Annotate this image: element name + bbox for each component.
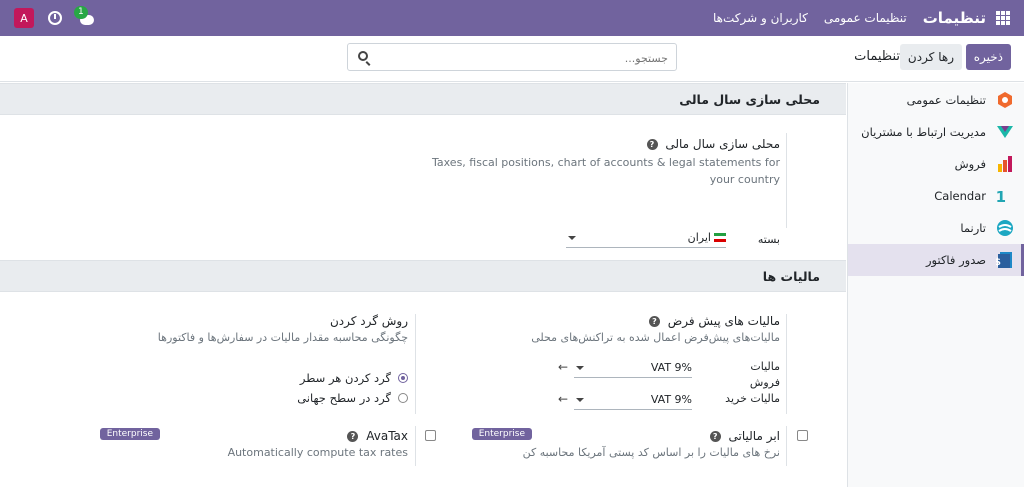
website-icon <box>997 220 1013 236</box>
help-icon[interactable]: ? <box>648 316 660 327</box>
sidebar-item-label: صدور فاکتور <box>925 253 986 267</box>
menu-users-companies[interactable]: کاربران و شرکت‌ها <box>713 11 808 25</box>
sidebar-item-sales[interactable]: فروش <box>848 148 1024 180</box>
apps-menu-icon[interactable] <box>996 11 1010 25</box>
calendar-icon: 3 1 <box>996 188 1006 205</box>
help-icon[interactable]: ? <box>709 431 721 442</box>
avatax-description: Automatically compute tax rates <box>227 446 408 459</box>
sidebar-item-label: مدیریت ارتباط با مشتریان <box>861 125 986 139</box>
default-taxes-title: مالیات های پیش فرض ? <box>648 314 780 328</box>
fiscal-section-body: محلی سازی سال مالی ? Taxes, fiscal posit… <box>0 115 846 260</box>
general-settings-icon <box>998 92 1012 108</box>
fiscal-description: Taxes, fiscal positions, chart of accoun… <box>432 154 780 188</box>
sales-tax-label-line: فروش <box>749 376 780 389</box>
crm-icon <box>997 126 1013 138</box>
sidebar-item-calendar[interactable]: 3 1 Calendar <box>848 180 1024 212</box>
sidebar-item-website[interactable]: تارنما <box>848 212 1024 244</box>
radio-selected[interactable] <box>398 373 408 383</box>
enterprise-badge: Enterprise <box>99 428 160 440</box>
messaging-button[interactable]: 1 <box>74 6 96 26</box>
sales-tax-select[interactable]: VAT 9% <box>574 358 692 378</box>
cloud-tax-title: ابر مالیاتی ? <box>709 429 780 443</box>
package-value: ایران <box>687 231 711 244</box>
cloud-tax-title-text: ابر مالیاتی <box>728 429 780 443</box>
rounding-option-per-line[interactable]: گرد کردن هر سطر <box>300 371 408 385</box>
settings-sidebar: تنظیمات عمومی مدیریت ارتباط با مشتریان ف… <box>847 83 1024 487</box>
radio-label: گرد کردن هر سطر <box>299 371 391 385</box>
settings-main: محلی سازی سال مالی محلی سازی سال مالی ? … <box>0 83 846 487</box>
sales-tax-label-line: مالیات <box>750 360 780 373</box>
user-avatar[interactable]: A <box>14 8 34 28</box>
sidebar-item-label: تارنما <box>960 221 986 235</box>
menu-general-settings[interactable]: تنظیمات عمومی <box>824 11 907 25</box>
fiscal-setting-title: محلی سازی سال مالی ? <box>646 137 780 151</box>
sales-icon <box>998 156 1012 172</box>
search-box <box>347 43 677 71</box>
search-icon[interactable] <box>358 51 368 61</box>
default-taxes-description: مالیات‌های پیش‌فرض اعمال شده به تراکنش‌ه… <box>531 331 780 344</box>
sidebar-item-crm[interactable]: مدیریت ارتباط با مشتریان <box>848 116 1024 148</box>
fiscal-description-line: your country <box>709 173 780 186</box>
app-brand[interactable]: تنظیمات <box>923 9 986 27</box>
chat-counter-badge: 1 <box>74 6 88 19</box>
rounding-description: چگونگی محاسبه مقدار مالیات در سفارش‌ها و… <box>157 331 408 344</box>
fiscal-description-line: Taxes, fiscal positions, chart of accoun… <box>432 156 780 169</box>
cloud-tax-checkbox[interactable] <box>797 430 808 441</box>
taxes-section-body: مالیات های پیش فرض ? مالیات‌های پیش‌فرض … <box>0 292 846 487</box>
setting-divider <box>786 133 787 228</box>
enterprise-badge: Enterprise <box>471 428 532 440</box>
setting-divider <box>415 314 416 414</box>
iran-flag-icon <box>714 233 726 242</box>
purchase-tax-select[interactable]: VAT 9% <box>574 390 692 410</box>
chevron-down-icon <box>576 365 584 370</box>
package-label: بسته <box>757 233 780 246</box>
fiscal-setting-title-text: محلی سازی سال مالی <box>665 137 780 151</box>
default-taxes-title-text: مالیات های پیش فرض <box>667 314 780 328</box>
svg-text:$: $ <box>996 257 1001 268</box>
invoicing-icon: $ <box>996 252 1012 268</box>
chevron-down-icon <box>576 397 584 402</box>
sidebar-item-label: Calendar <box>934 189 986 203</box>
avatax-title-text: AvaTax <box>366 429 408 443</box>
radio-label: گرد در سطح جهانی <box>297 391 391 405</box>
purchase-tax-label: مالیات خرید <box>725 392 780 405</box>
cloud-tax-description: نرخ های مالیات را بر اساس کد پستی آمریکا… <box>522 446 780 459</box>
chevron-down-icon <box>568 235 576 240</box>
avatax-checkbox[interactable] <box>425 430 436 441</box>
discard-button[interactable]: رها کردن <box>899 44 962 70</box>
control-panel: ذخیره رها کردن تنظیمات <box>0 36 1024 82</box>
help-icon[interactable]: ? <box>646 139 658 150</box>
purchase-tax-value: VAT 9% <box>650 393 692 406</box>
sidebar-item-label: تنظیمات عمومی <box>906 93 986 107</box>
section-header-taxes: مالیات ها <box>0 260 846 292</box>
activity-clock-icon[interactable] <box>48 11 62 25</box>
sidebar-item-label: فروش <box>954 157 986 171</box>
setting-divider <box>415 426 416 466</box>
package-select[interactable]: ایران <box>566 228 726 248</box>
sidebar-item-invoicing[interactable]: $ صدور فاکتور <box>848 244 1024 276</box>
sidebar-item-general-settings[interactable]: تنظیمات عمومی <box>848 84 1024 116</box>
page-title: تنظیمات <box>854 49 900 64</box>
rounding-option-globally[interactable]: گرد در سطح جهانی <box>297 391 408 405</box>
section-header-fiscal: محلی سازی سال مالی <box>0 83 846 115</box>
setting-divider <box>786 314 787 414</box>
external-link-arrow-icon[interactable]: ← <box>558 360 568 374</box>
top-navbar: تنظیمات تنظیمات عمومی کاربران و شرکت‌ها … <box>0 0 1024 36</box>
radio-unselected[interactable] <box>398 393 408 403</box>
external-link-arrow-icon[interactable]: ← <box>558 392 568 406</box>
search-input[interactable] <box>378 46 668 70</box>
rounding-title: روش گرد کردن <box>329 314 408 328</box>
help-icon[interactable]: ? <box>347 431 359 442</box>
svg-text:1: 1 <box>996 188 1006 205</box>
sales-tax-value: VAT 9% <box>650 361 692 374</box>
save-button[interactable]: ذخیره <box>965 44 1011 70</box>
sales-tax-label: مالیات فروش <box>750 359 780 391</box>
avatax-title: AvaTax ? <box>347 429 408 443</box>
systray: A 1 <box>14 6 96 28</box>
setting-divider <box>786 426 787 466</box>
